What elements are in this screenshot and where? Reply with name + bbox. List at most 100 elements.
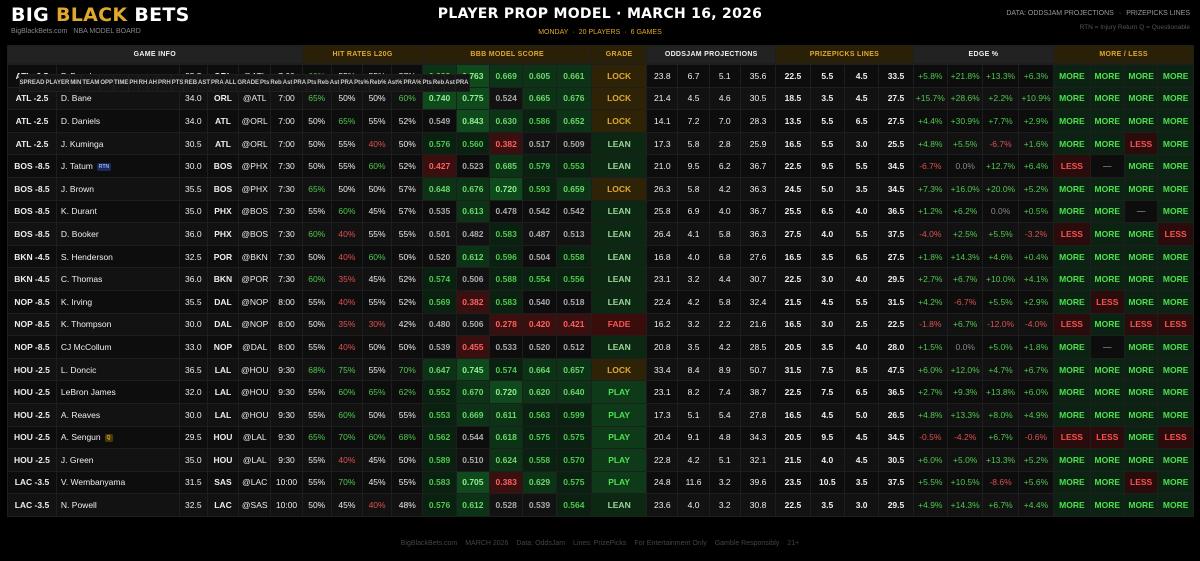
table-row[interactable]: BOS -8.5 J. Brown 35.5 BOS @PHX 7:30 65% 50% 50%… [7,176,1194,201]
table-row[interactable]: BKN -4.5 S. Henderson 32.5 POR @BKN 7:30 50% 40… [7,244,1194,269]
more-less-pick[interactable]: LESS [1089,425,1125,450]
more-less-pick[interactable]: MORE [1053,131,1091,156]
player-cell[interactable]: CJ McCollum [55,335,180,359]
more-less-pick[interactable]: MORE [1089,86,1125,111]
column-header-hit-rh[interactable]: RH [137,73,149,92]
more-less-pick[interactable]: MORE [1157,357,1194,382]
column-header-grade-grade[interactable]: GRADE [236,73,261,92]
player-cell[interactable]: J. Brown [55,176,180,201]
column-header-hit-ah[interactable]: AH [147,73,158,92]
column-header-info-opp[interactable]: OPP [99,73,114,92]
more-less-pick[interactable]: — [1089,335,1125,359]
column-header-edge-pts[interactable]: Pts% [353,73,370,92]
player-cell[interactable]: A. Sengun Q [55,425,180,450]
column-header-oj-pra[interactable]: PRA [292,73,308,92]
player-name[interactable]: D. Bane [61,93,92,103]
more-less-pick[interactable]: MORE [1123,335,1159,359]
table-row[interactable]: BKN -4.5 C. Thomas 36.0 BKN @POR 7:30 60% 35% 45… [7,267,1194,291]
more-less-pick[interactable]: MORE [1053,357,1091,382]
player-name[interactable]: J. Brown [61,184,94,194]
more-less-pick[interactable]: MORE [1089,64,1125,88]
player-name[interactable]: A. Reaves [61,410,100,420]
more-less-pick[interactable]: — [1123,199,1159,224]
more-less-pick[interactable]: LESS [1157,425,1194,450]
player-cell[interactable]: LeBron James [55,380,180,404]
more-less-pick[interactable]: LESS [1123,312,1159,337]
more-less-pick[interactable]: MORE [1123,154,1159,178]
column-header-oj-reb[interactable]: Reb [269,73,283,92]
player-name[interactable]: A. Sengun [61,432,101,442]
more-less-pick[interactable]: MORE [1053,176,1091,201]
player-name[interactable]: L. Doncic [61,365,96,375]
more-less-pick[interactable]: MORE [1089,312,1125,337]
more-less-pick[interactable]: MORE [1123,289,1159,314]
more-less-pick[interactable]: LESS [1053,312,1091,337]
column-header-pp-ast[interactable]: Ast [328,73,341,92]
more-less-pick[interactable]: LESS [1053,425,1091,450]
more-less-pick[interactable]: MORE [1053,244,1091,269]
column-header-edge-ast[interactable]: Ast% [386,73,404,92]
column-header-ml-reb[interactable]: Reb [431,73,446,92]
player-cell[interactable]: D. Booker [55,222,180,246]
more-less-pick[interactable]: MORE [1053,267,1091,291]
column-header-pp-reb[interactable]: Reb [316,73,330,92]
player-cell[interactable]: K. Durant [55,199,180,224]
more-less-pick[interactable]: MORE [1123,402,1159,427]
column-header-hit-prh[interactable]: PRH [157,73,172,92]
player-name[interactable]: J. Green [61,455,94,465]
more-less-pick[interactable]: MORE [1089,222,1125,246]
table-row[interactable]: ATL -2.5 J. Kuminga 30.5 ATL @ORL 7:00 50% 55% 4… [7,131,1194,156]
table-row[interactable]: BOS -8.5 J. Tatum RTN 30.0 BOS @PHX 7:30 50% 55%… [7,154,1194,178]
player-name[interactable]: D. Booker [61,229,99,239]
more-less-pick[interactable]: MORE [1157,176,1194,201]
column-header-pp-pts[interactable]: Pts [306,73,318,92]
more-less-pick[interactable]: MORE [1089,357,1125,382]
player-name[interactable]: LeBron James [61,387,116,397]
more-less-pick[interactable]: MORE [1089,402,1125,427]
column-header-info-spread[interactable]: SPREAD [18,73,46,92]
player-cell[interactable]: V. Wembanyama [55,470,180,495]
more-less-pick[interactable]: MORE [1053,402,1091,427]
more-less-pick[interactable]: LESS [1123,470,1159,495]
column-header-oj-pts[interactable]: Pts [259,73,271,92]
more-less-pick[interactable]: MORE [1157,470,1194,495]
player-name[interactable]: J. Kuminga [61,139,104,149]
player-name[interactable]: D. Daniels [61,116,100,126]
column-header-edge-pra[interactable]: PRA% [402,73,423,92]
player-name[interactable]: V. Wembanyama [61,477,125,487]
player-cell[interactable]: L. Doncic [55,357,180,382]
column-header-hit-ph[interactable]: PH [128,73,139,92]
player-cell[interactable]: A. Reaves [55,402,180,427]
more-less-pick[interactable]: MORE [1053,470,1091,495]
more-less-pick[interactable]: MORE [1123,267,1159,291]
column-header-info-player[interactable]: PLAYER [44,73,71,92]
more-less-pick[interactable]: MORE [1123,380,1159,404]
table-row[interactable]: HOU -2.5 J. Green 35.0 HOU @LAL 9:30 55% 40% 45%… [7,448,1194,472]
more-less-pick[interactable]: MORE [1157,244,1194,269]
column-header-oj-ast[interactable]: Ast [281,73,294,92]
table-row[interactable]: ATL -2.5 D. Daniels 34.0 ATL @ORL 7:00 50% 65% 5… [7,109,1194,133]
more-less-pick[interactable]: MORE [1123,493,1159,517]
player-cell[interactable]: C. Thomas [55,267,180,291]
player-name[interactable]: J. Tatum [61,161,93,171]
more-less-pick[interactable]: LESS [1157,312,1194,337]
more-less-pick[interactable]: MORE [1089,267,1125,291]
column-header-edge-reb[interactable]: Reb% [368,73,388,92]
table-row[interactable]: NOP -8.5 K. Thompson 30.0 DAL @NOP 8:00 50% 35%… [7,312,1194,337]
more-less-pick[interactable]: MORE [1123,425,1159,450]
column-header-ml-pra[interactable]: PRA [454,73,470,92]
column-header-model-reb[interactable]: REB [183,73,199,92]
player-name[interactable]: N. Powell [61,500,97,510]
more-less-pick[interactable]: MORE [1123,448,1159,472]
column-header-model-all[interactable]: ALL [223,73,238,92]
more-less-pick[interactable]: MORE [1123,244,1159,269]
column-header-ml-ast[interactable]: Ast [444,73,456,92]
column-header-info-time[interactable]: TIME [112,73,130,92]
more-less-pick[interactable]: MORE [1089,109,1125,133]
more-less-pick[interactable]: MORE [1053,493,1091,517]
table-row[interactable]: LAC -3.5 N. Powell 32.5 LAC @SAS 10:00 50% 45% 4… [7,493,1194,517]
table-row[interactable]: HOU -2.5 LeBron James 32.0 LAL @HOU 9:30 55% 60… [7,380,1194,404]
more-less-pick[interactable]: MORE [1123,86,1159,111]
more-less-pick[interactable]: MORE [1157,380,1194,404]
more-less-pick[interactable]: MORE [1089,470,1125,495]
